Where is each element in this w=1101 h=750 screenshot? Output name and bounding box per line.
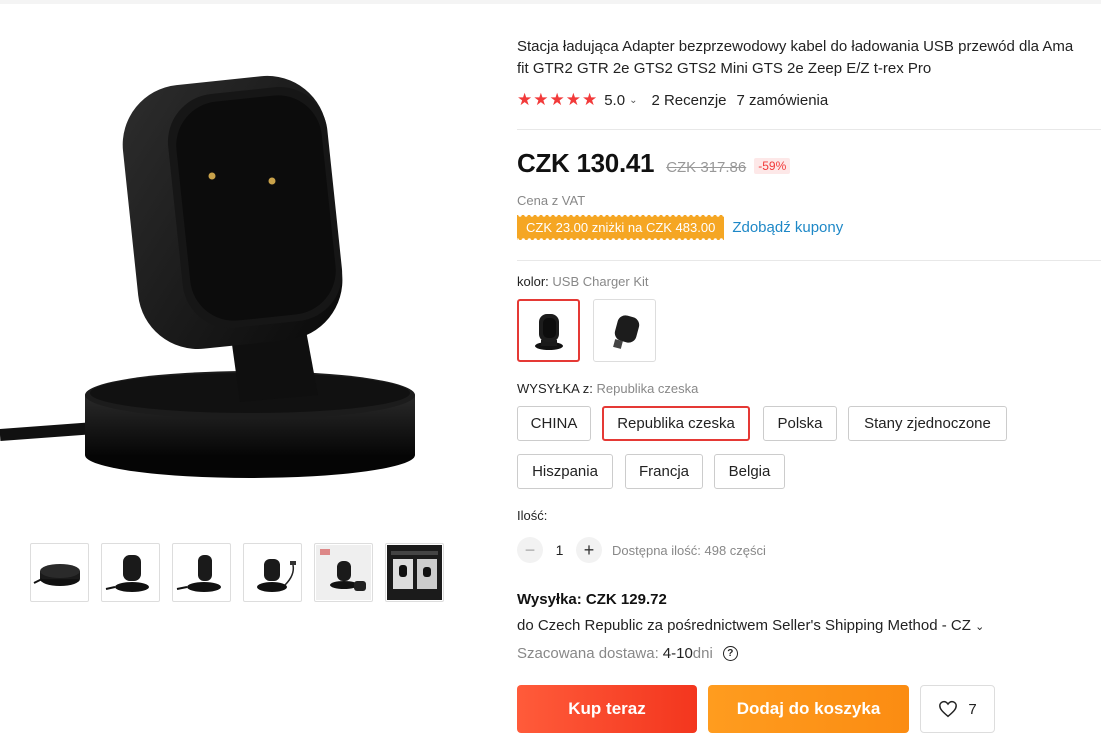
delivery-value: 4-10	[662, 645, 693, 662]
product-title-line2: fit GTR2 GTR 2e GTS2 GTS2 Mini GTS 2e Ze…	[517, 60, 932, 77]
add-to-cart-button[interactable]: Dodaj do koszyka	[708, 685, 909, 733]
shipping-method-text: do Czech Republic za pośrednictwem Selle…	[517, 617, 971, 634]
thumbnail-5[interactable]	[314, 543, 373, 602]
rating-row: ★★★★★ 5.0 ⌄ 2 Recenzje 7 zamówienia	[517, 90, 828, 110]
thumbnail-2[interactable]	[101, 543, 160, 602]
product-title: Stacja ładująca Adapter bezprzewodowy ka…	[517, 36, 1101, 80]
color-option-2[interactable]	[593, 299, 656, 362]
color-label-row: kolor: USB Charger Kit	[517, 274, 649, 289]
coupon-row: CZK 23.00 zniżki na CZK 483.00 Zdobądź k…	[517, 215, 843, 240]
divider	[517, 260, 1101, 261]
buy-now-button[interactable]: Kup teraz	[517, 685, 697, 733]
thumbnail-4[interactable]	[243, 543, 302, 602]
rating-value[interactable]: 5.0	[604, 92, 625, 109]
color-option-usb-charger-kit[interactable]	[517, 299, 580, 362]
shipping-method-selector[interactable]: do Czech Republic za pośrednictwem Selle…	[517, 617, 984, 634]
shipping-cost: Wysyłka: CZK 129.72	[517, 591, 667, 608]
ship-from-label-row: WYSYŁKA z: Republika czeska	[517, 381, 698, 396]
reviews-link[interactable]: 2 Recenzje	[651, 92, 726, 109]
color-options	[517, 299, 656, 362]
star-rating-icon: ★★★★★	[517, 90, 599, 109]
ship-from-spain[interactable]: Hiszpania	[517, 454, 613, 489]
thumbnail-strip	[30, 543, 444, 602]
delivery-unit: dni	[692, 645, 713, 662]
ship-from-france[interactable]: Francja	[625, 454, 703, 489]
top-strip	[0, 0, 1101, 4]
ship-from-value: Republika czeska	[596, 381, 699, 396]
orders-count: 7 zamówienia	[736, 91, 829, 109]
product-title-line1: Stacja ładująca Adapter bezprzewodowy ka…	[517, 38, 1074, 55]
estimated-delivery: Szacowana dostawa: 4-10 dni ?	[517, 645, 738, 662]
quantity-minus-button[interactable]: −	[517, 537, 543, 563]
color-value: USB Charger Kit	[552, 274, 649, 289]
available-quantity: Dostępna ilość: 498 części	[612, 542, 766, 558]
thumbnail-3[interactable]	[172, 543, 231, 602]
ship-from-poland[interactable]: Polska	[763, 406, 837, 441]
ship-from-china[interactable]: CHINA	[517, 406, 591, 441]
chevron-down-icon[interactable]: ⌄	[629, 95, 637, 106]
get-coupons-link[interactable]: Zdobądź kupony	[732, 219, 843, 236]
ship-from-belgium[interactable]: Belgia	[714, 454, 785, 489]
thumbnail-1[interactable]	[30, 543, 89, 602]
quantity-label: Ilość:	[517, 508, 548, 523]
ship-from-label: WYSYŁKA z:	[517, 381, 593, 396]
current-price: CZK 130.41	[517, 148, 655, 178]
ship-from-czech[interactable]: Republika czeska	[602, 406, 750, 441]
quantity-plus-button[interactable]: +	[576, 537, 602, 563]
wishlist-count: 7	[968, 700, 977, 718]
thumbnail-6[interactable]	[385, 543, 444, 602]
original-price: CZK 317.86	[666, 159, 747, 176]
price-row: CZK 130.41 CZK 317.86 -59%	[517, 148, 791, 179]
ship-from-usa[interactable]: Stany zjednoczone	[848, 406, 1007, 441]
coupon-badge: CZK 23.00 zniżki na CZK 483.00	[517, 215, 725, 240]
vat-note: Cena z VAT	[517, 193, 586, 208]
product-main-image[interactable]	[0, 60, 470, 500]
discount-badge: -59%	[754, 158, 791, 174]
heart-icon	[939, 700, 958, 718]
quantity-input[interactable]: 1	[543, 542, 576, 558]
quantity-stepper: − 1 + Dostępna ilość: 498 części	[517, 537, 766, 563]
delivery-label: Szacowana dostawa:	[517, 645, 659, 662]
color-label: kolor:	[517, 274, 549, 289]
chevron-down-icon[interactable]: ⌄	[975, 621, 984, 633]
divider	[517, 129, 1101, 130]
help-icon[interactable]: ?	[722, 646, 738, 661]
wishlist-button[interactable]: 7	[920, 685, 995, 733]
